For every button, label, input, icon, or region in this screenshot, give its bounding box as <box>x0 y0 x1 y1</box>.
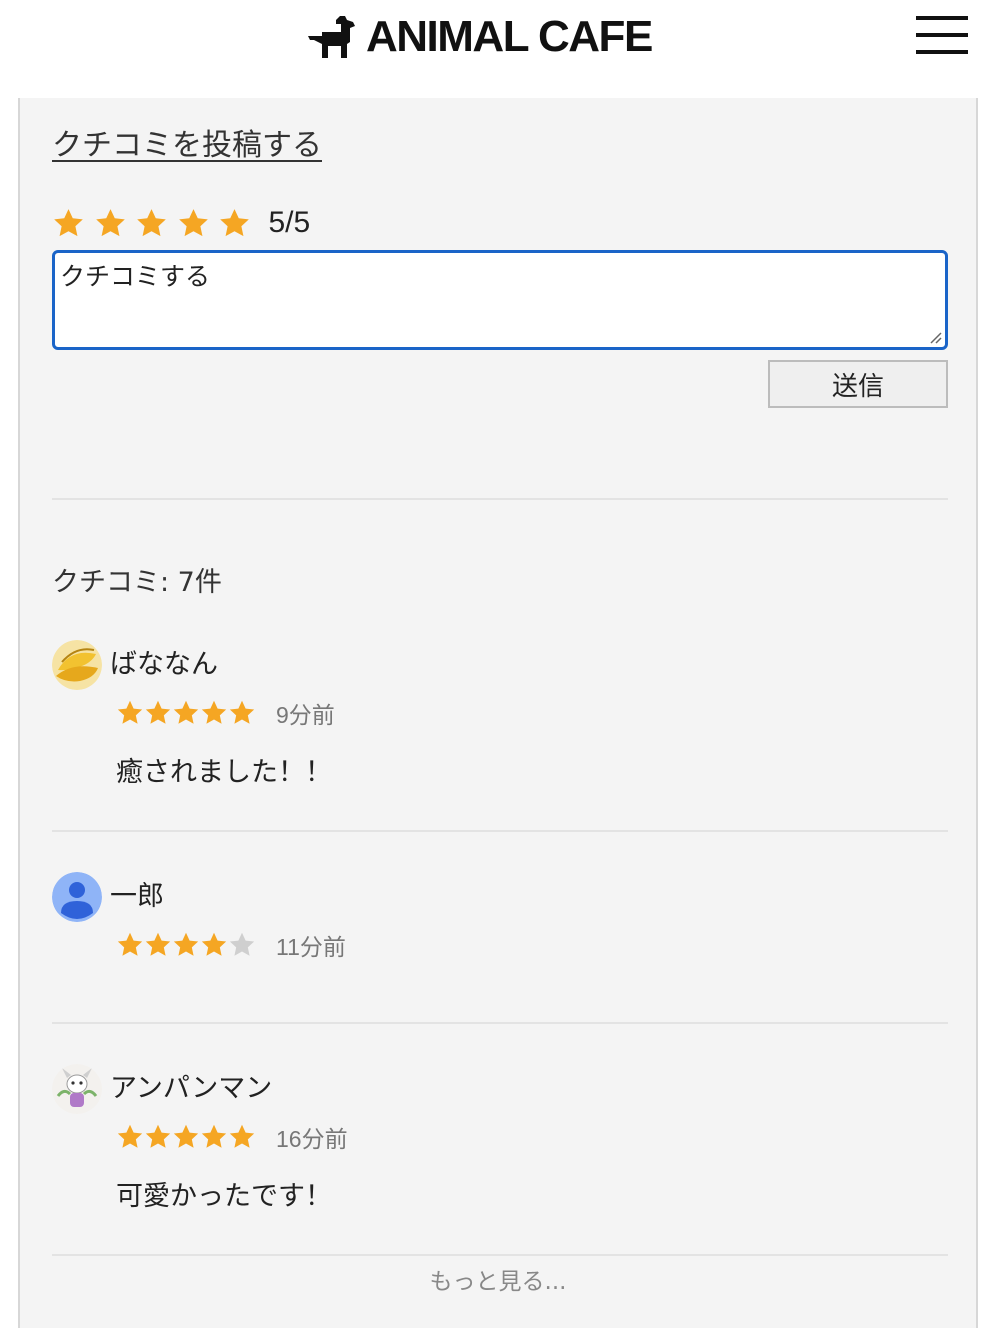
star-icon-3[interactable] <box>135 207 168 240</box>
default-user-avatar[interactable] <box>52 872 102 922</box>
star-icon <box>116 699 144 727</box>
reviewer-name: 一郎 <box>110 881 164 912</box>
star-icon <box>172 931 200 959</box>
star-icon <box>200 1123 228 1151</box>
review-rating: 11分前 <box>116 928 346 962</box>
review-panel: クチコミを投稿する 5/5 クチコミする 送信 クチコミ: 7件 ばななん 9分… <box>18 98 978 1328</box>
divider <box>52 1022 948 1024</box>
hamburger-menu-icon[interactable] <box>916 16 968 56</box>
star-icon <box>228 699 256 727</box>
star-icon <box>116 931 144 959</box>
reviewer-name: ばななん <box>110 649 218 680</box>
review-text: 癒されました！！ <box>116 757 332 788</box>
submit-button[interactable]: 送信 <box>768 360 948 408</box>
star-empty-icon <box>228 931 256 959</box>
star-icon <box>144 1123 172 1151</box>
animal-avatar[interactable] <box>52 1064 102 1114</box>
review-rating: 9分前 <box>116 696 335 730</box>
brand-logo[interactable]: ANIMAL CAFE <box>306 12 653 62</box>
review-time: 16分前 <box>276 1126 348 1152</box>
divider <box>52 498 948 500</box>
star-icon <box>172 1123 200 1151</box>
reviewer-name: アンパンマン <box>110 1073 273 1104</box>
review-text: 可愛かったです！ <box>116 1181 332 1212</box>
review-textarea[interactable]: クチコミする <box>52 250 948 350</box>
star-icon <box>116 1123 144 1151</box>
review-time: 9分前 <box>276 702 335 728</box>
review-time: 11分前 <box>276 934 346 960</box>
star-icon-4[interactable] <box>177 207 210 240</box>
banana-avatar[interactable] <box>52 640 102 690</box>
star-icon <box>144 931 172 959</box>
review-count: クチコミ: 7件 <box>52 567 222 598</box>
star-icon <box>172 699 200 727</box>
rating-input[interactable]: 5/5 <box>52 206 310 240</box>
rating-value: 5/5 <box>268 206 311 239</box>
post-review-link[interactable]: クチコミを投稿する <box>52 120 322 164</box>
divider <box>52 830 948 832</box>
review-rating: 16分前 <box>116 1120 348 1154</box>
star-icon <box>200 931 228 959</box>
star-icon <box>144 699 172 727</box>
star-icon <box>228 1123 256 1151</box>
divider <box>52 1254 948 1256</box>
resize-handle-icon[interactable] <box>928 330 942 344</box>
star-icon-2[interactable] <box>94 207 127 240</box>
show-more-link[interactable]: もっと見る... <box>20 1262 976 1296</box>
star-icon-1[interactable] <box>52 207 85 240</box>
star-icon-5[interactable] <box>218 207 251 240</box>
brand-name: ANIMAL CAFE <box>366 12 653 61</box>
header: ANIMAL CAFE <box>0 0 996 98</box>
dog-icon <box>306 14 356 60</box>
star-icon <box>200 699 228 727</box>
